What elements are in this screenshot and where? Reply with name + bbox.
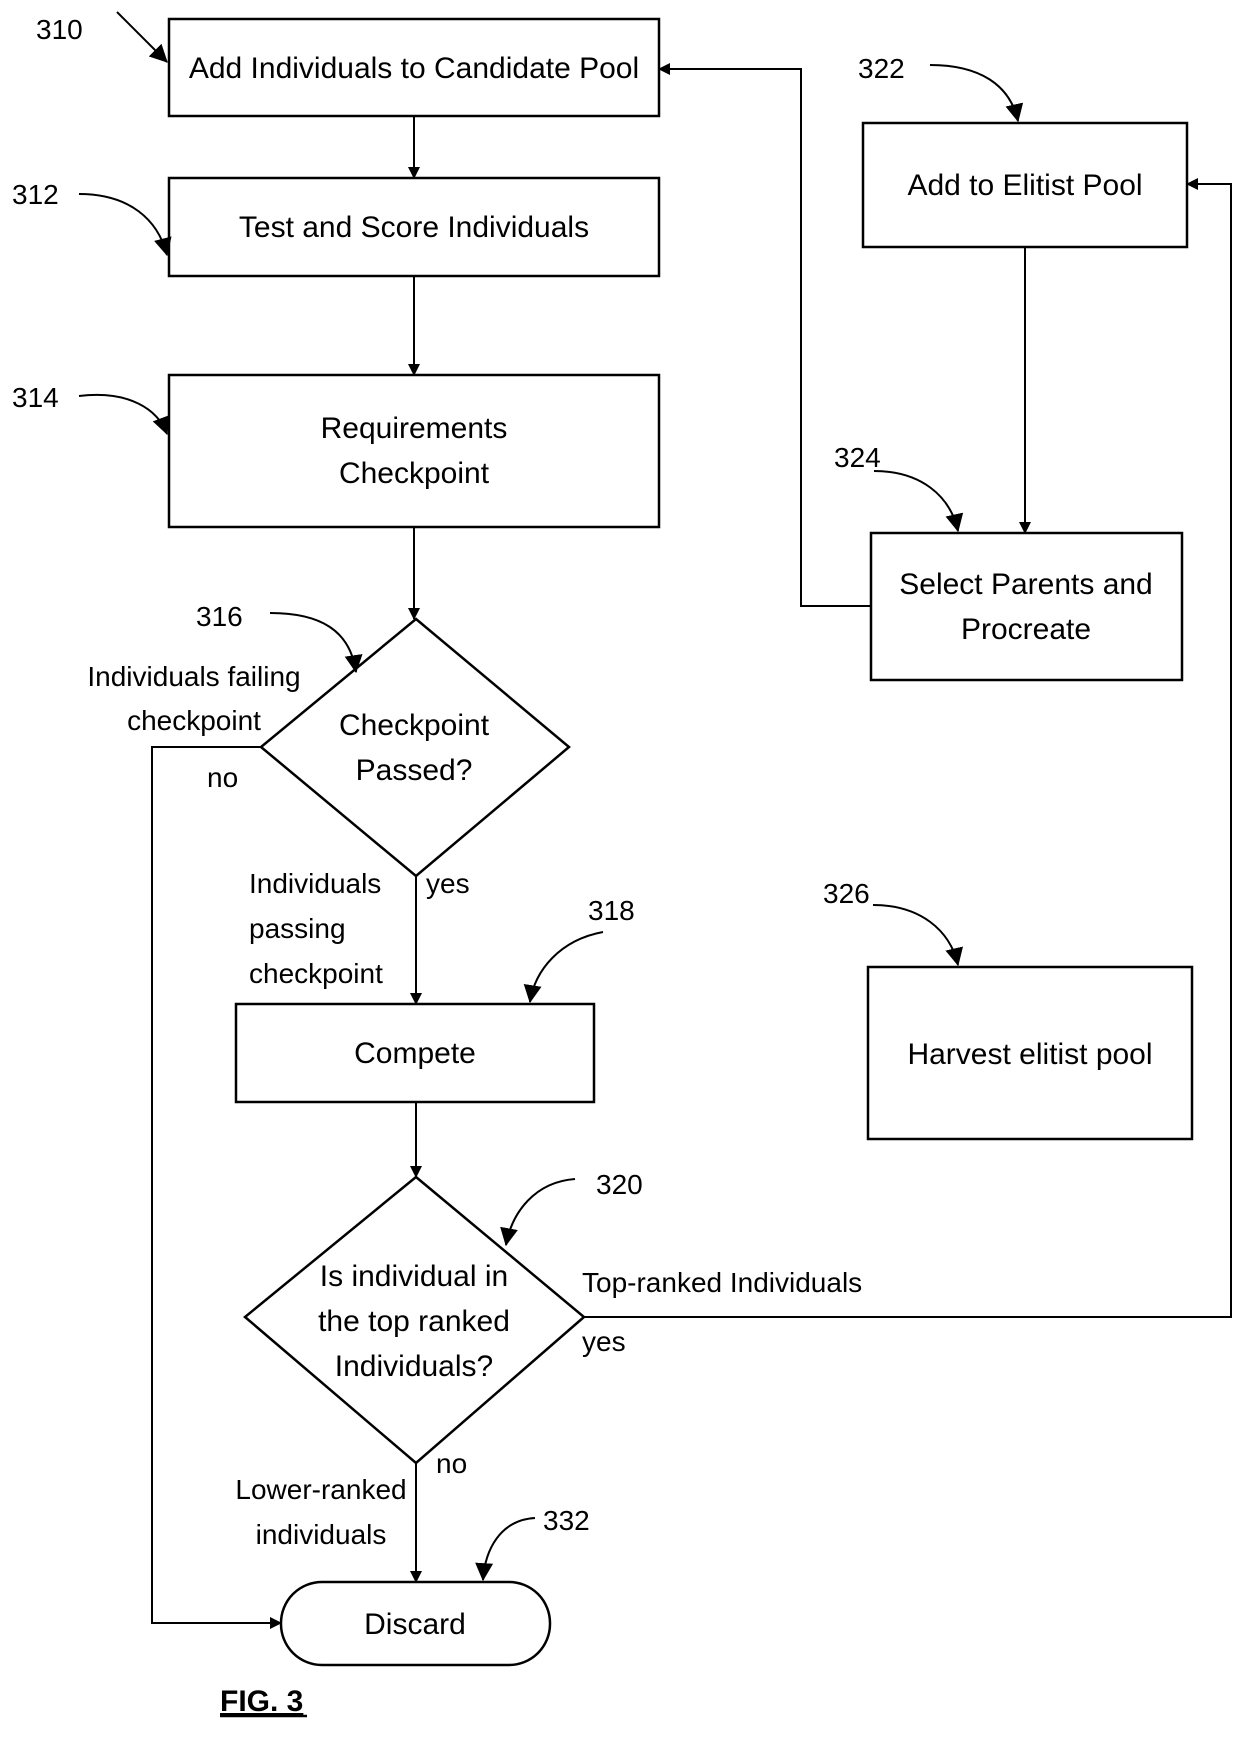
leader-arrow <box>78 393 170 436</box>
edge-label-top-ranked: Top-ranked Individuals <box>582 1267 862 1298</box>
node-text: Procreate <box>961 613 1091 646</box>
svg-text:316: 316 <box>196 601 243 632</box>
svg-text:326: 326 <box>823 878 870 909</box>
leader-arrow <box>475 1517 536 1582</box>
svg-text:314: 314 <box>12 382 59 413</box>
ref-312: 312 <box>12 179 172 257</box>
edge-label-failing: Individuals failing checkpoint <box>87 661 300 736</box>
svg-text:Lower-ranked: Lower-ranked <box>235 1474 406 1505</box>
node-text: the top ranked <box>318 1305 510 1338</box>
branch-no-316: no <box>207 762 238 793</box>
flowchart-svg: Add Individuals to Candidate Pool Test a… <box>12 11 1232 1718</box>
svg-text:324: 324 <box>834 442 881 473</box>
process-box <box>167 373 661 529</box>
ref-310: 310 <box>36 11 168 63</box>
svg-text:individuals: individuals <box>256 1519 387 1550</box>
svg-text:322: 322 <box>858 53 905 84</box>
svg-text:332: 332 <box>543 1505 590 1536</box>
node-text: Requirements <box>321 412 508 445</box>
svg-text:320: 320 <box>596 1169 643 1200</box>
leader-arrow <box>873 470 964 533</box>
flowchart-figure: Add Individuals to Candidate Pool Test a… <box>0 0 1240 1758</box>
node-text: Checkpoint <box>339 457 490 490</box>
decision-diamond <box>259 617 571 878</box>
branch-no-320: no <box>436 1448 467 1479</box>
node-320: Is individual in the top ranked Individu… <box>243 1175 586 1465</box>
node-316: Checkpoint Passed? <box>259 617 571 878</box>
ref-324: 324 <box>834 442 964 533</box>
svg-text:Individuals: Individuals <box>249 868 381 899</box>
node-324: Select Parents and Procreate <box>869 531 1184 682</box>
branch-yes-316: yes <box>426 868 470 899</box>
svg-text:Individuals failing: Individuals failing <box>87 661 300 692</box>
leader-arrow <box>872 904 964 967</box>
svg-text:318: 318 <box>588 895 635 926</box>
svg-text:310: 310 <box>36 14 83 45</box>
svg-text:passing: passing <box>249 913 346 944</box>
node-text: Harvest elitist pool <box>907 1038 1152 1071</box>
leader-arrow <box>929 64 1024 123</box>
node-text: Checkpoint <box>339 709 490 742</box>
edge-label-lower-ranked: Lower-ranked individuals <box>235 1474 406 1550</box>
edge-label-passing: Individuals passing checkpoint <box>249 868 383 989</box>
figure-caption: FIG. 3 <box>220 1685 303 1718</box>
ref-322: 322 <box>858 53 1024 123</box>
ref-314: 314 <box>12 382 170 436</box>
ref-318: 318 <box>523 895 635 1004</box>
node-332: Discard <box>279 1580 552 1667</box>
node-text: Compete <box>354 1037 476 1070</box>
node-text: Add Individuals to Candidate Pool <box>189 52 639 85</box>
branch-yes-320: yes <box>582 1326 626 1357</box>
edge-320-322-yes <box>584 178 1232 1318</box>
node-312: Test and Score Individuals <box>167 176 661 278</box>
svg-text:checkpoint: checkpoint <box>127 705 261 736</box>
leader-arrow <box>523 931 604 1004</box>
leader-arrow <box>78 193 172 257</box>
node-322: Add to Elitist Pool <box>861 121 1189 249</box>
edge-324-310 <box>658 63 871 607</box>
ref-326: 326 <box>823 878 964 967</box>
node-text: Is individual in <box>320 1260 508 1293</box>
node-text: Discard <box>364 1608 466 1641</box>
leader-arrow <box>500 1178 576 1247</box>
node-326: Harvest elitist pool <box>866 965 1194 1141</box>
ref-320: 320 <box>500 1169 643 1247</box>
node-text: Select Parents and <box>899 568 1153 601</box>
svg-text:312: 312 <box>12 179 59 210</box>
ref-332: 332 <box>475 1505 590 1582</box>
node-318: Compete <box>234 1002 596 1104</box>
svg-text:checkpoint: checkpoint <box>249 958 383 989</box>
node-text: Add to Elitist Pool <box>907 169 1142 202</box>
node-310: Add Individuals to Candidate Pool <box>167 17 661 118</box>
node-text: Passed? <box>356 754 473 787</box>
leader-arrow <box>116 11 168 63</box>
process-box <box>869 531 1184 682</box>
node-314: Requirements Checkpoint <box>167 373 661 529</box>
node-text: Individuals? <box>335 1350 493 1383</box>
node-text: Test and Score Individuals <box>239 211 589 244</box>
